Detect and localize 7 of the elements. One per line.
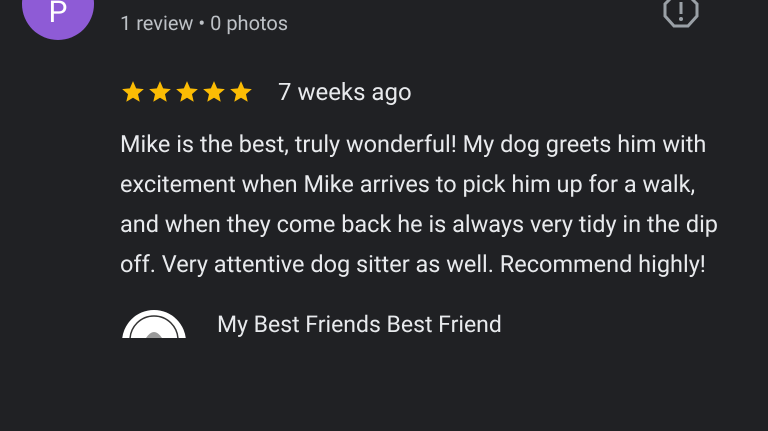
reviewer-stats: 1 review • 0 photos [120,11,288,35]
business-name: My Best Friends Best Friend [217,312,502,338]
review-date: 7 weeks ago [278,78,412,106]
report-icon[interactable] [663,0,699,30]
avatar[interactable]: P [22,0,94,40]
business-logo[interactable] [122,310,186,338]
review-text: Mike is the best, truly wonderful! My dog greets him with excitement when Mike arrives to pick him up for a walk, and when they come back he is always very tidy in the dip off. Very attentive dog sitter as well. Recommend highly! [120,129,719,280]
